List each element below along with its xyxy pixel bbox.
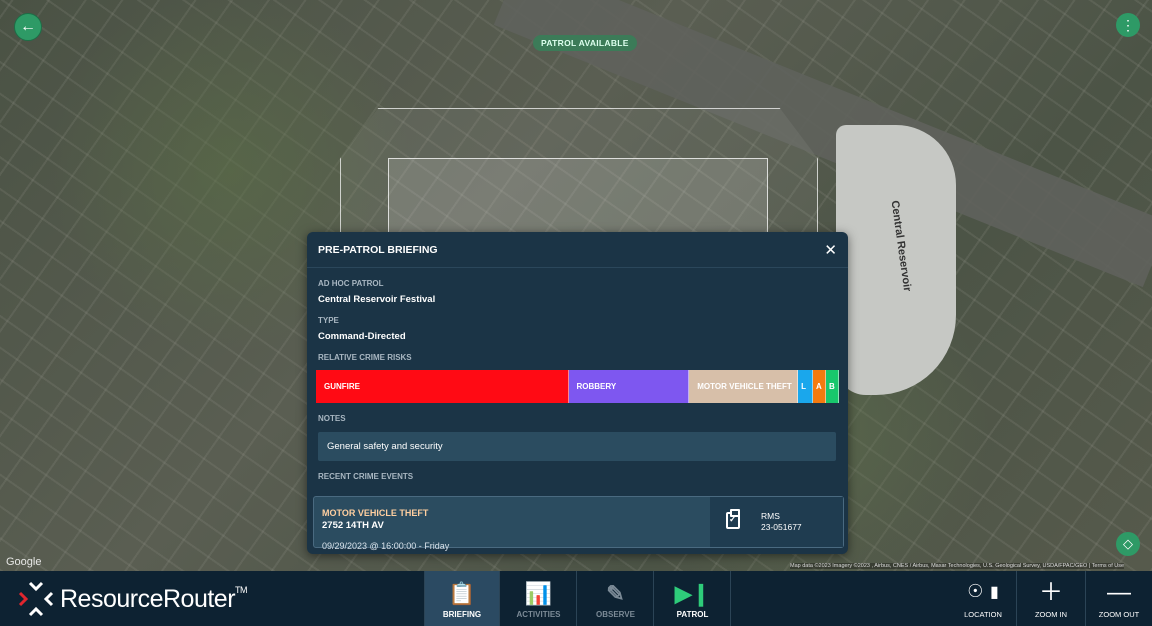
tab-patrol[interactable]: ▶❙ PATROL xyxy=(655,571,731,626)
zoom-in-label: ZOOM IN xyxy=(1034,610,1068,619)
more-options-button[interactable]: ⋮ xyxy=(1116,13,1140,37)
event-address: 2752 14TH AV xyxy=(322,520,384,531)
minus-icon: — xyxy=(1107,579,1131,606)
notes-label: NOTES xyxy=(318,414,346,423)
location-label: LOCATION xyxy=(964,610,1002,619)
type-value: Command-Directed xyxy=(318,331,406,342)
risks-label: RELATIVE CRIME RISKS xyxy=(318,353,412,362)
recenter-icon: ◇ xyxy=(1123,536,1133,551)
location-button[interactable]: ☉ ▮ LOCATION xyxy=(950,571,1016,626)
patrol-zone-inner xyxy=(388,158,768,240)
events-label: RECENT CRIME EVENTS xyxy=(318,472,414,481)
risk-segment-a[interactable]: A xyxy=(813,370,827,403)
crime-risk-bar: GUNFIRE ROBBERY MOTOR VEHICLE THEFT L A B xyxy=(316,370,840,403)
logo-name: ResourceRouter xyxy=(60,584,236,613)
tab-briefing-label: BRIEFING xyxy=(442,610,482,619)
patrol-available-tag[interactable]: PATROL AVAILABLE xyxy=(533,35,637,51)
dialog-title: PRE-PATROL BRIEFING xyxy=(318,243,438,256)
risk-segment-motor-vehicle-theft[interactable]: MOTOR VEHICLE THEFT xyxy=(689,370,799,403)
event-date: 09/29/2023 @ 16:00:00 - Friday xyxy=(322,541,450,551)
plus-icon: ＋ xyxy=(1039,579,1063,606)
recenter-button[interactable]: ◇ xyxy=(1116,532,1140,556)
risk-segment-l[interactable]: L xyxy=(798,370,814,403)
tab-observe-label: OBSERVE xyxy=(596,610,635,619)
bottom-nav-bar: ResourceRouterTM 📋 BRIEFING 📊 ACTIVITIES… xyxy=(0,571,1152,626)
more-vertical-icon: ⋮ xyxy=(1121,16,1135,33)
clipboard-check-icon xyxy=(726,509,740,529)
tab-patrol-label: PATROL xyxy=(676,610,709,619)
risk-segment-robbery[interactable]: ROBBERY xyxy=(568,370,690,403)
logo-text: ResourceRouterTM xyxy=(60,584,248,614)
event-type: MOTOR VEHICLE THEFT xyxy=(322,508,429,518)
risk-segment-b[interactable]: B xyxy=(826,370,840,403)
crime-event-card[interactable]: MOTOR VEHICLE THEFT 2752 14TH AV 09/29/2… xyxy=(313,496,844,551)
patrol-value: Central Reservoir Festival xyxy=(318,294,436,305)
zoom-out-button[interactable]: — ZOOM OUT xyxy=(1086,571,1152,626)
notes-box: General safety and security xyxy=(318,432,836,461)
back-arrow-icon: ← xyxy=(20,18,36,35)
pre-patrol-briefing-dialog: PRE-PATROL BRIEFING ✕ AD HOC PATROL Cent… xyxy=(307,232,848,554)
patrol-label: AD HOC PATROL xyxy=(318,279,384,288)
activities-icon: 📊 xyxy=(524,581,553,606)
close-icon[interactable]: ✕ xyxy=(824,241,837,259)
event-record-panel: RMS 23-051677 xyxy=(710,497,843,547)
event-number: 23-051677 xyxy=(761,522,802,532)
tab-activities[interactable]: 📊 ACTIVITIES xyxy=(501,571,577,626)
google-logo: Google xyxy=(6,556,42,568)
observe-pencil-icon: ✎ xyxy=(606,581,625,606)
app-logo: ResourceRouterTM xyxy=(14,577,248,621)
zoom-in-button[interactable]: ＋ ZOOM IN xyxy=(1017,571,1085,626)
logo-tm: TM xyxy=(235,584,248,595)
dialog-header: PRE-PATROL BRIEFING ✕ xyxy=(307,232,848,268)
briefing-icon: 📋 xyxy=(448,581,476,606)
tab-activities-label: ACTIVITIES xyxy=(516,610,561,619)
tab-observe[interactable]: ✎ OBSERVE xyxy=(578,571,654,626)
signal-bars-icon: ▮ xyxy=(990,584,999,601)
type-label: TYPE xyxy=(318,316,339,325)
location-pointer-icon: ☉ xyxy=(967,581,984,601)
back-button[interactable]: ← xyxy=(14,13,42,41)
map-attribution[interactable]: Map data ©2023 Imagery ©2023 , Airbus, C… xyxy=(790,563,1125,569)
location-signal-icons: ☉ ▮ xyxy=(967,577,999,606)
zoom-out-label: ZOOM OUT xyxy=(1098,610,1140,619)
risk-segment-gunfire[interactable]: GUNFIRE xyxy=(316,370,569,403)
event-source: RMS xyxy=(761,511,780,521)
tab-briefing[interactable]: 📋 BRIEFING xyxy=(424,571,500,626)
patrol-play-icon: ▶❙ xyxy=(674,581,711,606)
logo-mark-icon xyxy=(18,581,54,617)
